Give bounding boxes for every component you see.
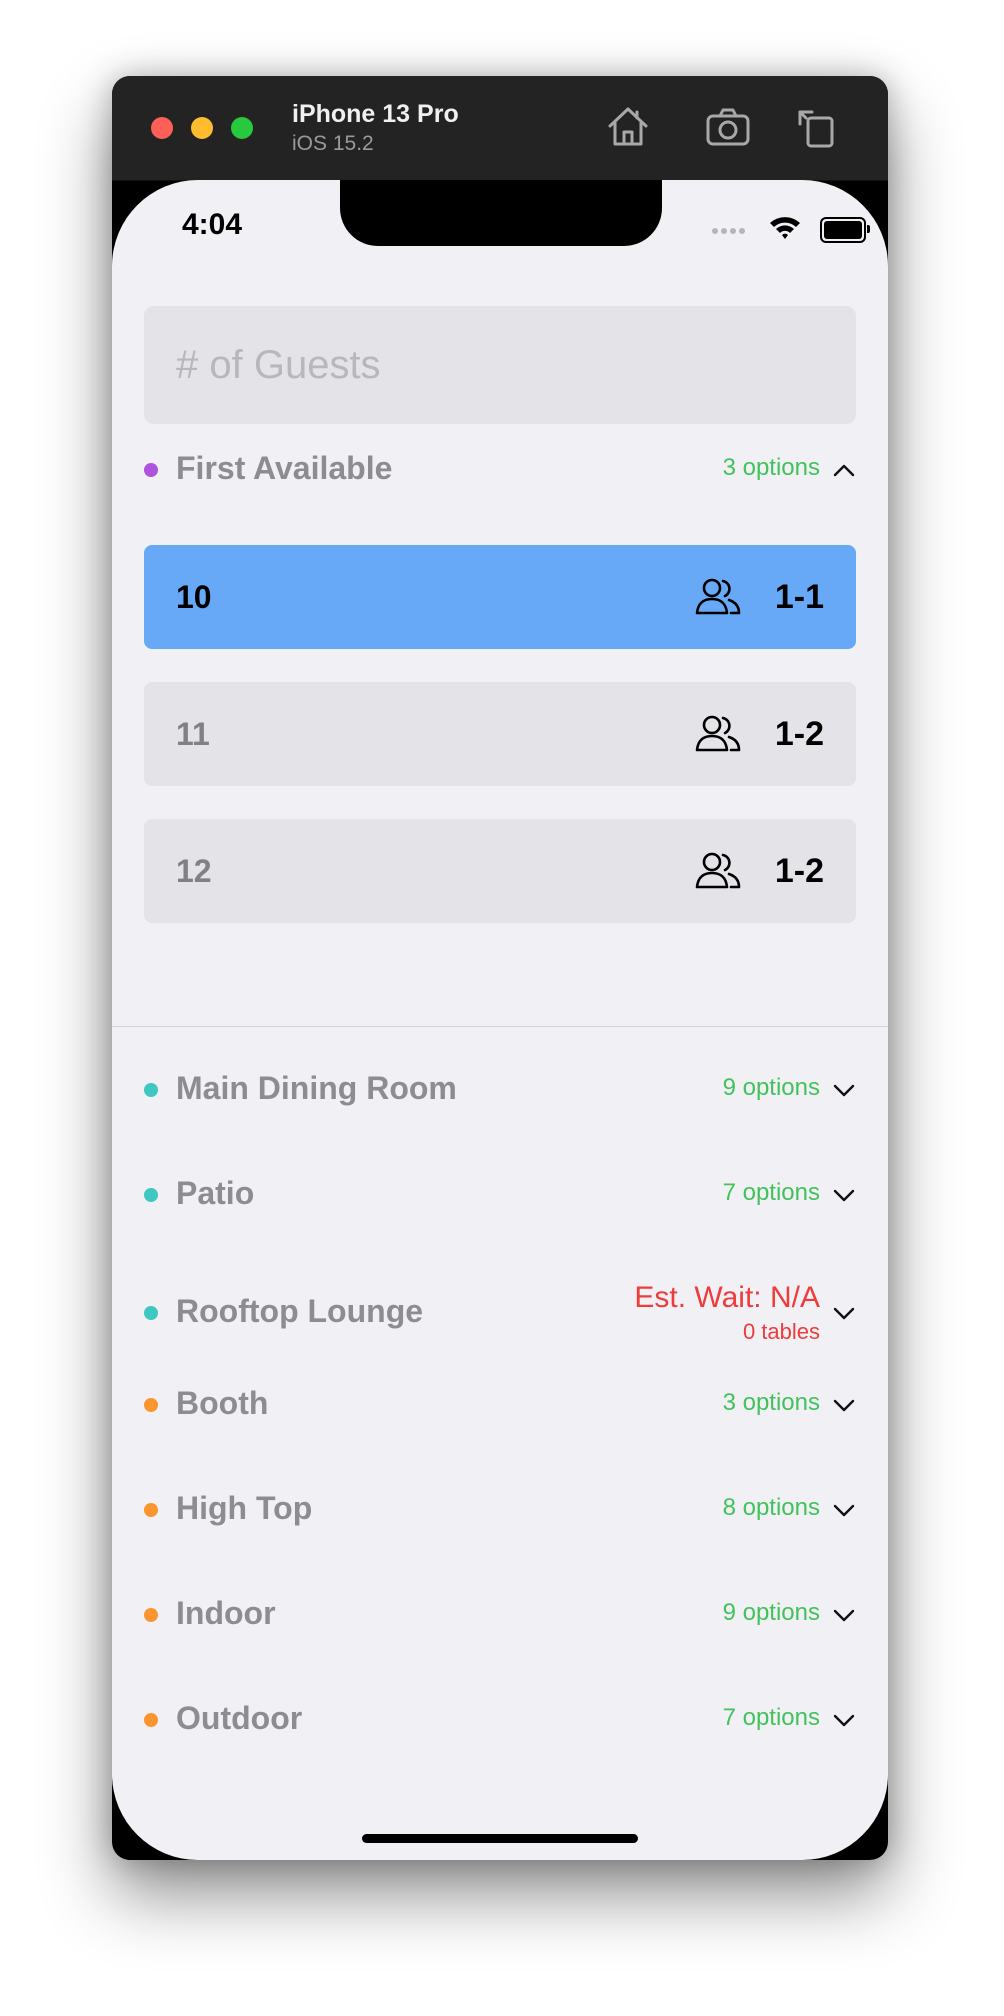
os-version: iOS 15.2 — [292, 132, 374, 155]
close-window-button[interactable] — [151, 117, 173, 139]
camera-icon[interactable] — [704, 102, 752, 150]
section-options-count: 3 options — [722, 1389, 820, 1416]
zoom-window-button[interactable] — [231, 117, 253, 139]
section-options-count: 9 options — [722, 1074, 820, 1101]
notch — [340, 180, 662, 246]
section-options-count: 3 options — [722, 454, 820, 481]
section-color-dot — [144, 1608, 158, 1622]
chevron-down-icon[interactable] — [832, 1183, 856, 1207]
chevron-down-icon[interactable] — [832, 1603, 856, 1627]
estimated-wait: Est. Wait: N/A — [634, 1281, 820, 1314]
table-number: 12 — [176, 853, 212, 889]
phone-screen: 4:04 First Available 3 options 10 — [112, 180, 888, 1860]
section-color-dot — [144, 463, 158, 477]
simulator-titlebar: iPhone 13 Pro iOS 15.2 — [112, 76, 888, 181]
table-row-12[interactable]: 12 1-2 — [144, 819, 856, 923]
chevron-down-icon[interactable] — [832, 1708, 856, 1732]
table-capacity: 1-2 — [774, 715, 824, 753]
section-color-dot — [144, 1083, 158, 1097]
home-icon[interactable] — [604, 102, 652, 150]
simulator-window: iPhone 13 Pro iOS 15.2 4:04 # of Guests … — [112, 76, 888, 1860]
section-patio[interactable]: Patio 7 options — [144, 1165, 856, 1225]
people-icon — [695, 852, 741, 889]
table-row-10[interactable]: 10 1-1 — [144, 545, 856, 649]
section-outdoor[interactable]: Outdoor 7 options — [144, 1690, 856, 1750]
section-high-top[interactable]: High Top 8 options — [144, 1480, 856, 1540]
rotate-icon[interactable] — [792, 102, 840, 150]
section-booth[interactable]: Booth 3 options — [144, 1375, 856, 1435]
section-options-count: 7 options — [722, 1704, 820, 1731]
battery-icon — [820, 217, 870, 243]
chevron-down-icon[interactable] — [832, 1393, 856, 1417]
tables-count: 0 tables — [742, 1319, 820, 1344]
wait-info: Est. Wait: N/A 0 tables — [634, 1281, 820, 1345]
chevron-up-icon[interactable] — [832, 458, 856, 482]
table-number: 11 — [176, 716, 210, 752]
section-name: High Top — [176, 1490, 313, 1526]
section-name: Outdoor — [176, 1700, 303, 1736]
section-color-dot — [144, 1306, 158, 1320]
guests-input[interactable] — [144, 306, 856, 424]
chevron-down-icon[interactable] — [832, 1301, 856, 1325]
section-color-dot — [144, 1398, 158, 1412]
status-time: 4:04 — [182, 208, 243, 241]
cellular-signal-icon — [712, 228, 748, 234]
section-color-dot — [144, 1713, 158, 1727]
people-icon — [695, 578, 741, 615]
device-name: iPhone 13 Pro — [292, 100, 459, 128]
section-color-dot — [144, 1503, 158, 1517]
section-options-count: 9 options — [722, 1599, 820, 1626]
table-row-11[interactable]: 11 1-2 — [144, 682, 856, 786]
section-options-count: 7 options — [722, 1179, 820, 1206]
table-capacity: 1-1 — [774, 578, 824, 616]
section-indoor[interactable]: Indoor 9 options — [144, 1585, 856, 1645]
section-main-dining-room[interactable]: Main Dining Room 9 options — [144, 1060, 856, 1120]
table-number: 10 — [176, 579, 212, 615]
section-name: First Available — [176, 450, 393, 486]
section-options-count: 8 options — [722, 1494, 820, 1521]
wifi-icon — [770, 217, 800, 239]
chevron-down-icon[interactable] — [832, 1078, 856, 1102]
divider — [112, 1026, 888, 1027]
chevron-down-icon[interactable] — [832, 1498, 856, 1522]
section-color-dot — [144, 1188, 158, 1202]
section-first-available[interactable]: First Available 3 options — [144, 440, 856, 500]
section-name: Indoor — [176, 1595, 276, 1631]
home-indicator[interactable] — [362, 1834, 638, 1843]
table-capacity: 1-2 — [774, 852, 824, 890]
people-icon — [695, 715, 741, 752]
section-name: Booth — [176, 1385, 269, 1421]
section-name: Patio — [176, 1175, 255, 1211]
section-rooftop-lounge[interactable]: Rooftop Lounge Est. Wait: N/A 0 tables — [144, 1281, 856, 1345]
minimize-window-button[interactable] — [191, 117, 213, 139]
section-name: Main Dining Room — [176, 1070, 457, 1106]
section-name: Rooftop Lounge — [176, 1293, 424, 1329]
